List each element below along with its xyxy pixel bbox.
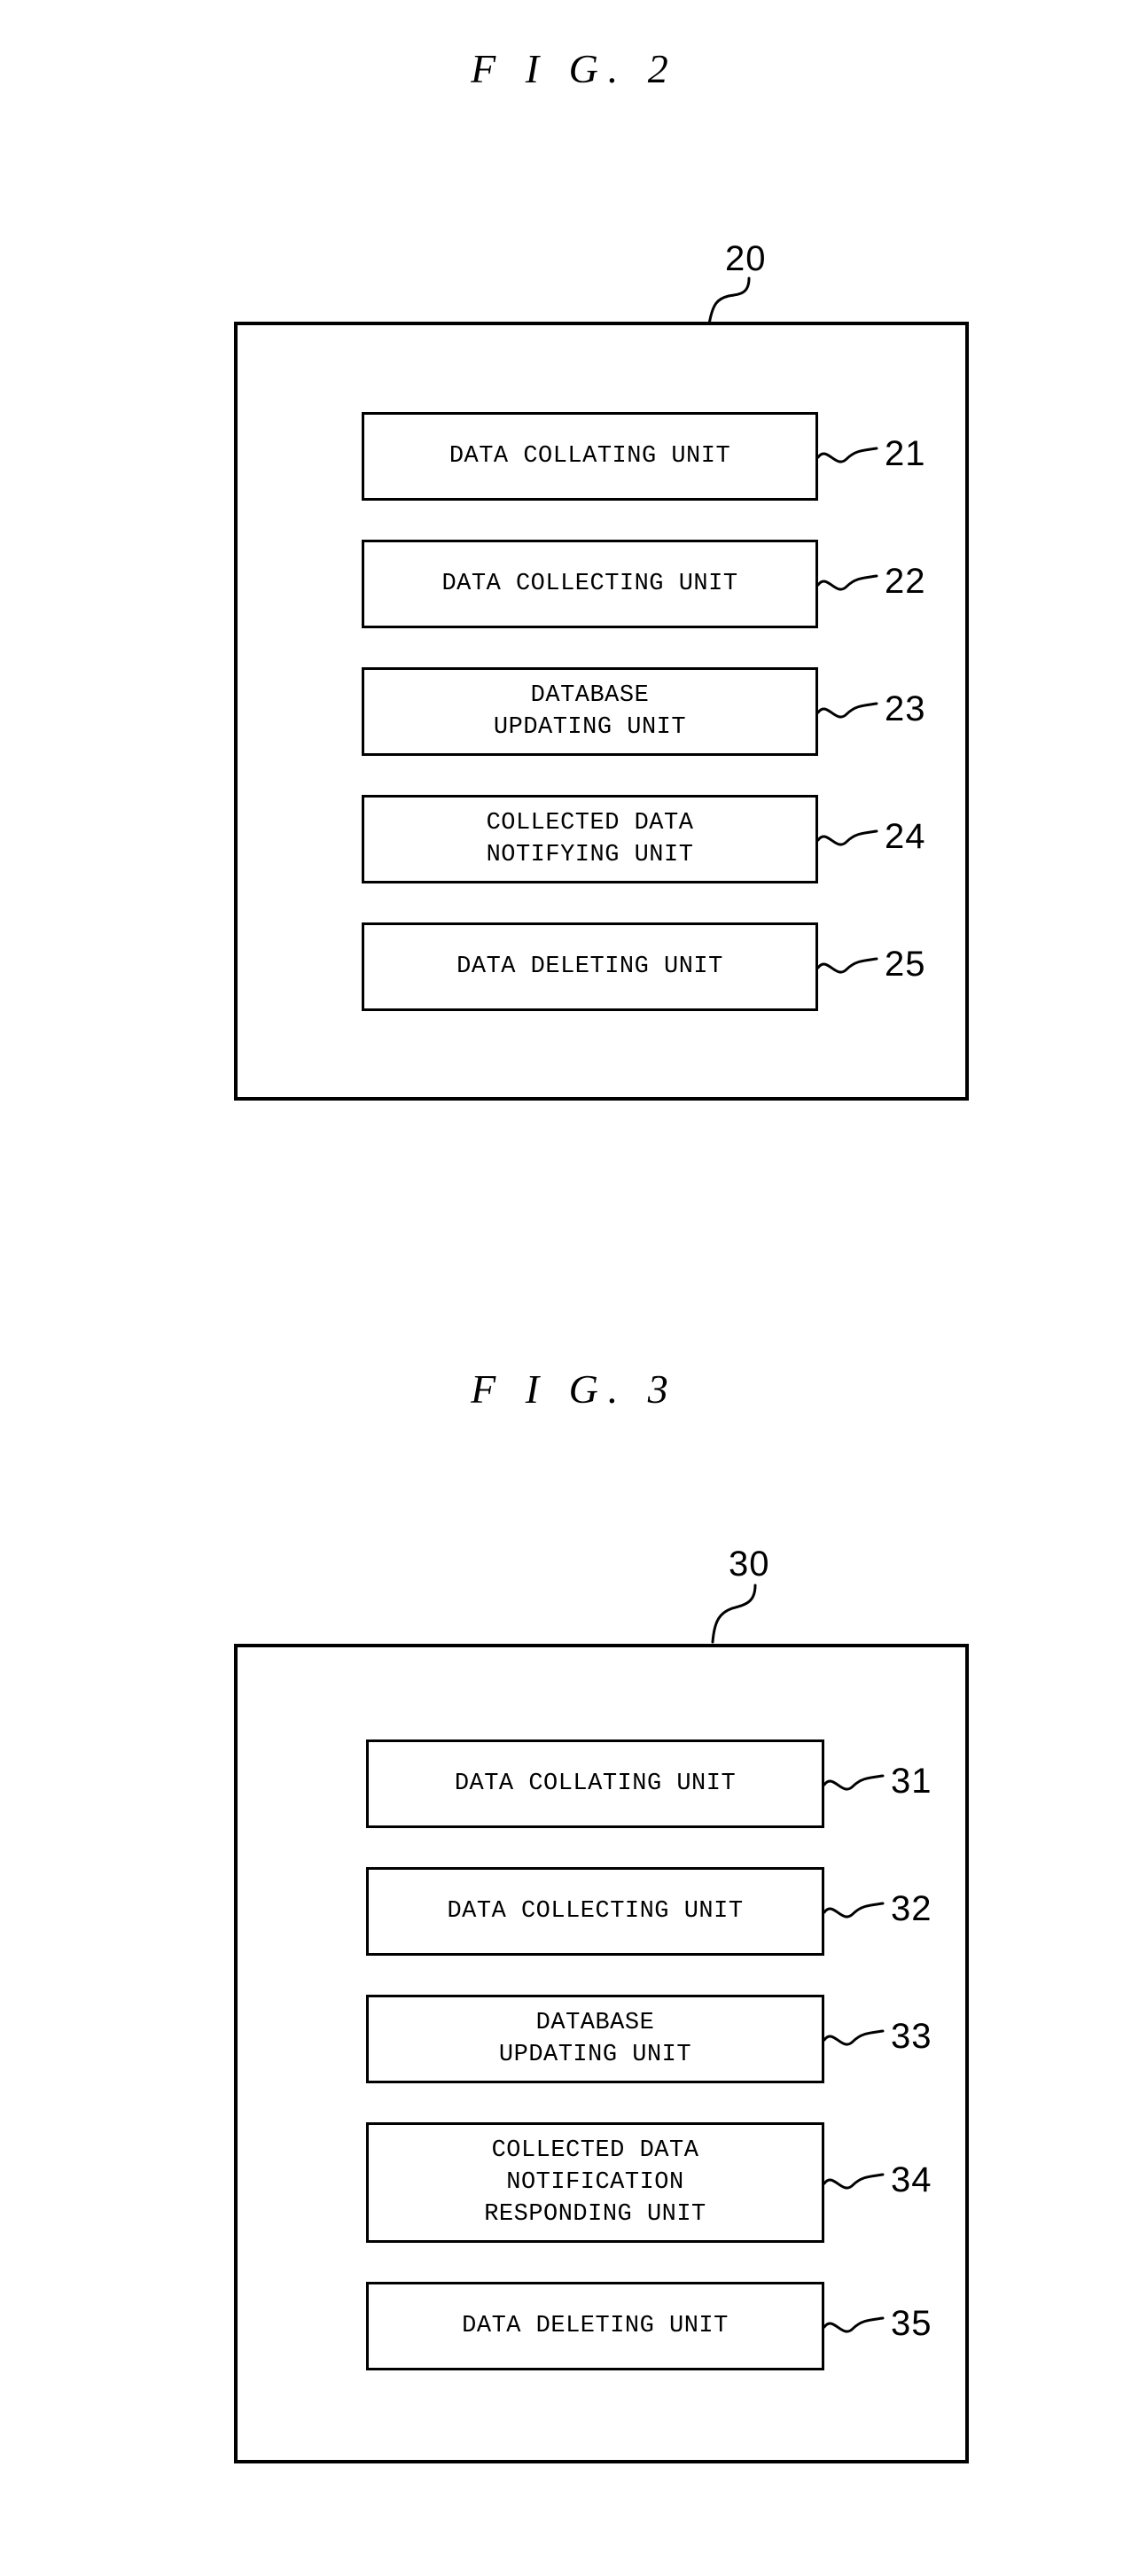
- figure-2-unit-ref-24: 24: [885, 817, 926, 856]
- figure-3-unit-leader-34: [823, 2173, 885, 2190]
- figure-2-unit-ref-25: 25: [885, 945, 926, 984]
- figure-3-unit-box-34: COLLECTED DATA NOTIFICATION RESPONDING U…: [366, 2122, 824, 2243]
- figure-3-unit-leader-33: [823, 2029, 885, 2046]
- figure-3-unit-box-32: DATA COLLECTING UNIT: [366, 1867, 824, 1956]
- figure-3-unit-leader-32: [823, 1902, 885, 1918]
- figure-3-unit-label-34: COLLECTED DATA NOTIFICATION RESPONDING U…: [484, 2137, 706, 2228]
- figure-3-unit-ref-35: 35: [891, 2304, 932, 2343]
- figure-3-unit-box-31: DATA COLLATING UNIT: [366, 1739, 824, 1828]
- figure-2-apparatus-leader-line: [707, 276, 751, 326]
- figure-2-unit-ref-23: 23: [885, 689, 926, 728]
- figure-3-apparatus-ref: 30: [729, 1545, 770, 1584]
- figure-2-unit-label-25: DATA DELETING UNIT: [456, 953, 723, 980]
- figure-2-title: F I G. 2: [471, 46, 678, 91]
- figure-3-unit-label-32: DATA COLLECTING UNIT: [447, 1898, 744, 1925]
- figure-2-unit-label-21: DATA COLLATING UNIT: [449, 443, 731, 470]
- figure-3-apparatus-leader-line: [711, 1584, 757, 1644]
- figure-2-unit-box-21: DATA COLLATING UNIT: [362, 412, 818, 501]
- figure-2-unit-box-23: DATABASE UPDATING UNIT: [362, 667, 818, 756]
- figure-3-unit-ref-32: 32: [891, 1889, 932, 1928]
- figure-2-apparatus-ref: 20: [725, 239, 767, 278]
- figure-2-unit-leader-22: [816, 574, 878, 591]
- figure-2-unit-leader-23: [816, 702, 878, 719]
- figure-2-unit-label-23: DATABASE UPDATING UNIT: [493, 682, 687, 741]
- figure-3-unit-box-35: DATA DELETING UNIT: [366, 2282, 824, 2370]
- figure-2-unit-label-24: COLLECTED DATA NOTIFYING UNIT: [486, 810, 694, 868]
- figure-2-unit-box-25: DATA DELETING UNIT: [362, 922, 818, 1011]
- figure-3-unit-ref-31: 31: [891, 1762, 932, 1801]
- figure-3-unit-label-31: DATA COLLATING UNIT: [454, 1771, 737, 1797]
- figure-2-unit-ref-21: 21: [885, 434, 926, 473]
- figure-3-unit-label-35: DATA DELETING UNIT: [462, 2313, 729, 2339]
- figure-2-unit-ref-22: 22: [885, 562, 926, 601]
- figure-2-unit-leader-25: [816, 957, 878, 974]
- figure-3-unit-label-33: DATABASE UPDATING UNIT: [498, 2010, 692, 2068]
- figure-2-unit-leader-24: [816, 829, 878, 846]
- figure-2-unit-box-24: COLLECTED DATA NOTIFYING UNIT: [362, 795, 818, 883]
- figure-3-title: F I G. 3: [471, 1366, 678, 1412]
- figure-3-unit-ref-34: 34: [891, 2160, 932, 2199]
- figure-2-unit-leader-21: [816, 447, 878, 463]
- figure-3-unit-box-33: DATABASE UPDATING UNIT: [366, 1995, 824, 2083]
- figure-3-unit-ref-33: 33: [891, 2017, 932, 2056]
- figure-2-unit-label-22: DATA COLLECTING UNIT: [441, 571, 738, 597]
- figure-3-unit-leader-35: [823, 2316, 885, 2333]
- figure-2-unit-box-22: DATA COLLECTING UNIT: [362, 540, 818, 628]
- figure-3-unit-leader-31: [823, 1774, 885, 1791]
